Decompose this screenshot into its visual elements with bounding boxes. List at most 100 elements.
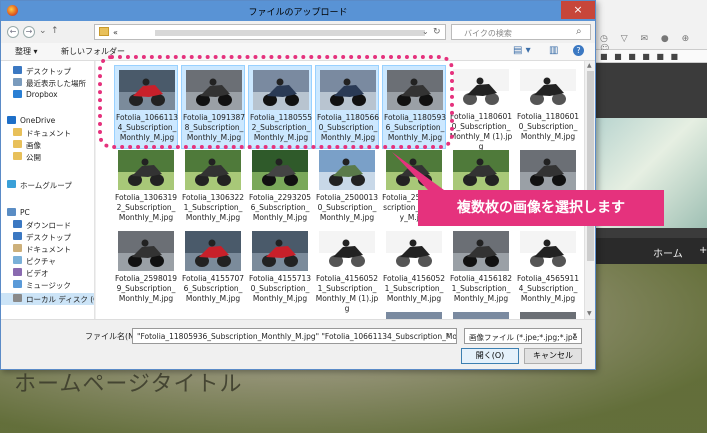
search-placeholder: バイクの検索 (464, 29, 512, 38)
back-button[interactable]: ← (7, 26, 19, 38)
image-thumbnail (386, 231, 442, 271)
folder-icon (13, 152, 22, 160)
file-item[interactable] (114, 308, 178, 319)
image-thumbnail (520, 150, 576, 190)
file-item[interactable]: Fotolia_45659114_Subscription_Monthly_M.… (516, 227, 580, 311)
pane-icon[interactable]: ▥ (549, 45, 558, 56)
folder-icon (13, 128, 22, 136)
scrollbar-thumb[interactable] (587, 71, 594, 261)
file-name: Fotolia_11806010_Subscription_Monthly_M.… (516, 112, 580, 141)
scroll-down-arrow[interactable]: ▼ (587, 310, 592, 317)
download-icon (13, 220, 22, 228)
scroll-up-arrow[interactable]: ▲ (587, 62, 592, 69)
dialog-title: ファイルのアップロード (248, 8, 348, 18)
pc-icon (7, 208, 16, 216)
image-thumbnail (453, 231, 509, 271)
help-icon[interactable]: ? (573, 45, 584, 56)
file-name: Fotolia_41557076_Subscription_Monthly_M.… (181, 274, 245, 303)
image-thumbnail (319, 150, 375, 190)
file-item[interactable]: Fotolia_22932056_Subscription_Monthly_M.… (248, 146, 312, 230)
nav-item[interactable]: 公開 (1, 151, 94, 163)
file-name: Fotolia_41557130_Subscription_Monthly_M.… (248, 274, 312, 303)
nav-item[interactable]: 最近表示した場所 (1, 77, 94, 89)
desktop-icon (13, 232, 22, 240)
nav-item[interactable]: ミュージック (1, 279, 94, 291)
file-item[interactable]: Fotolia_25980199_Subscription_Monthly_M.… (114, 227, 178, 311)
file-item[interactable] (382, 308, 446, 319)
view-icon[interactable]: ▤ ▾ (513, 45, 531, 56)
file-item[interactable]: Fotolia_11806010_Subscription_Monthly_M.… (516, 65, 580, 149)
nav-item[interactable]: デスクトップ (1, 231, 94, 243)
nav-item[interactable]: 画像 (1, 139, 94, 151)
file-item[interactable]: Fotolia_41557076_Subscription_Monthly_M.… (181, 227, 245, 311)
onedrive-icon (7, 116, 16, 124)
nav-item-label: ミュージック (26, 281, 71, 290)
background-nav-plus[interactable]: + (699, 245, 707, 256)
search-icon[interactable]: ⌕ (576, 26, 582, 37)
cancel-button[interactable]: キャンセル (524, 348, 582, 364)
videos-icon (13, 268, 22, 276)
title-bar[interactable]: ファイルのアップロード × (1, 1, 595, 21)
nav-item[interactable]: ダウンロード (1, 219, 94, 231)
nav-item-label: デスクトップ (26, 67, 71, 76)
dialog-footer: ファイル名(N): "Fotolia_11805936_Subscription… (1, 319, 595, 369)
nav-item[interactable]: ローカル ディスク (C (1, 293, 94, 305)
nav-item-label: ピクチャ (26, 257, 56, 266)
recent-icon (13, 78, 22, 86)
file-item[interactable] (449, 308, 513, 319)
file-item[interactable]: Fotolia_41561821_Subscription_Monthly_M.… (449, 227, 513, 311)
file-item[interactable] (516, 308, 580, 319)
nav-item-label: OneDrive (20, 116, 56, 125)
file-item[interactable]: Fotolia_13063221_Subscription_Monthly_M.… (181, 146, 245, 230)
file-type-dropdown-icon[interactable]: ▾ (573, 331, 577, 339)
file-name: Fotolia_13063192_Subscription_Monthly_M.… (114, 193, 178, 222)
nav-item[interactable]: デスクトップ (1, 65, 94, 77)
nav-item[interactable]: ホームグループ (1, 179, 94, 191)
file-item[interactable]: Fotolia_13063192_Subscription_Monthly_M.… (114, 146, 178, 230)
file-item[interactable]: Fotolia_25000130_Subscription_Monthly_M.… (315, 146, 379, 230)
nav-item-label: ビデオ (26, 269, 49, 278)
image-thumbnail (252, 150, 308, 190)
file-type-select[interactable]: 画像ファイル (*.jpe;*.jpg;*.jpe (464, 328, 582, 344)
background-navbar (596, 238, 707, 264)
open-button[interactable]: 開く(O) (461, 348, 519, 364)
file-item[interactable] (181, 308, 245, 319)
image-thumbnail (118, 231, 174, 271)
file-item[interactable] (248, 308, 312, 319)
selection-highlight-outline (98, 55, 454, 149)
close-button[interactable]: × (561, 1, 595, 19)
organize-button[interactable]: 整理 ▾ (15, 46, 38, 57)
recent-locations-dropdown[interactable]: ⌄ (39, 26, 47, 36)
file-item[interactable]: Fotolia_11806010_Subscription_Monthly_M … (449, 65, 513, 151)
file-item[interactable] (315, 308, 379, 319)
filename-input[interactable]: "Fotolia_11805936_Subscription_Monthly_M… (132, 328, 457, 344)
background-nav-home[interactable]: ホーム (653, 245, 683, 260)
nav-item[interactable]: ビデオ (1, 267, 94, 279)
nav-item[interactable]: ドキュメント (1, 127, 94, 139)
file-name: Fotolia_41560521_Subscription_Monthly_M.… (382, 274, 446, 303)
nav-item[interactable]: PC (1, 207, 94, 219)
desktop-icon (13, 66, 22, 74)
nav-item-label: Dropbox (26, 90, 58, 99)
nav-item[interactable]: Dropbox (1, 89, 94, 101)
forward-button[interactable]: → (23, 26, 35, 38)
filename-dropdown-icon[interactable]: ▾ (446, 331, 450, 339)
nav-item[interactable]: OneDrive (1, 115, 94, 127)
file-item[interactable]: Fotolia_41560521_Subscription_Monthly_M … (315, 227, 379, 313)
image-thumbnail (118, 150, 174, 190)
address-bar[interactable]: « ⌄ ↻ (94, 24, 446, 40)
nav-item[interactable]: ピクチャ (1, 255, 94, 267)
file-name: Fotolia_41561821_Subscription_Monthly_M.… (449, 274, 513, 303)
nav-item-label: 最近表示した場所 (26, 79, 86, 88)
search-input[interactable]: バイクの検索 ⌕ (451, 24, 591, 40)
refresh-icon[interactable]: ↻ (433, 27, 441, 37)
nav-item-label: PC (20, 208, 30, 217)
file-item[interactable]: Fotolia_41560521_Subscription_Monthly_M.… (382, 227, 446, 311)
file-name: Fotolia_22932056_Subscription_Monthly_M.… (248, 193, 312, 222)
nav-item[interactable]: ドキュメント (1, 243, 94, 255)
address-path: « (113, 28, 118, 37)
address-dropdown-icon[interactable]: ⌄ (422, 27, 429, 36)
up-folder-button[interactable]: ↑ (51, 26, 59, 36)
image-thumbnail (185, 150, 241, 190)
file-item[interactable]: Fotolia_41557130_Subscription_Monthly_M.… (248, 227, 312, 311)
